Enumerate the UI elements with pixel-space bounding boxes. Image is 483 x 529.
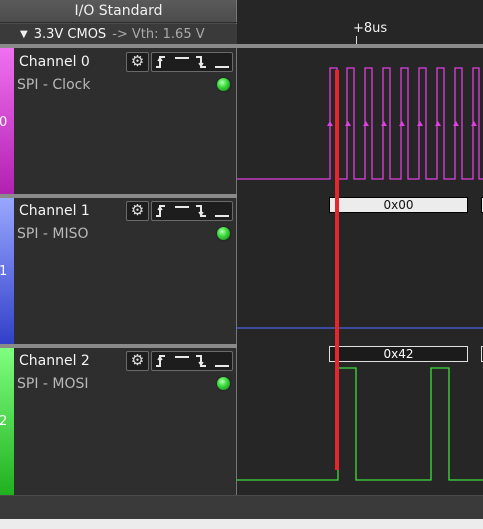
falling-edge-icon[interactable] <box>192 202 212 220</box>
channel-name[interactable]: Channel 1 <box>19 203 90 219</box>
channel-index: 0 <box>0 115 8 130</box>
timeline-marker-label: +8us <box>353 21 388 36</box>
rising-edge-icon[interactable] <box>152 352 172 370</box>
channel-2-waveform <box>237 367 483 481</box>
rising-edge-icon[interactable] <box>152 202 172 220</box>
high-level-icon[interactable] <box>172 202 192 220</box>
channel-protocol: SPI - MISO <box>17 226 89 242</box>
status-led-icon <box>217 377 230 390</box>
decode-box-miso[interactable]: 0x00 <box>329 197 468 213</box>
low-level-icon[interactable] <box>212 202 232 220</box>
waveform-area[interactable] <box>237 48 483 495</box>
io-standard-value: 3.3V CMOS <box>33 27 107 42</box>
channel-index: 1 <box>0 264 8 279</box>
low-level-icon[interactable] <box>212 352 232 370</box>
gear-icon[interactable]: ⚙ <box>126 52 149 72</box>
bottom-strip <box>0 519 483 529</box>
io-standard-dropdown[interactable]: ▼ 3.3V CMOS -> Vth: 1.65 V <box>0 24 237 45</box>
channel-toolbar: ⚙ <box>126 201 233 221</box>
status-led-icon <box>217 78 230 91</box>
trigger-buttons <box>151 52 233 72</box>
falling-edge-icon[interactable] <box>192 352 212 370</box>
gear-icon[interactable]: ⚙ <box>126 351 149 371</box>
status-led-icon <box>217 227 230 240</box>
time-cursor[interactable] <box>335 70 339 470</box>
io-standard-title: I/O Standard <box>0 3 237 23</box>
channel-0-waveform <box>237 67 483 180</box>
channel-1-panel[interactable]: 1 Channel 1 SPI - MISO ⚙ <box>0 197 237 345</box>
timeline-header[interactable]: +8us <box>237 0 483 45</box>
channel-2-panel[interactable]: 2 Channel 2 SPI - MOSI ⚙ <box>0 347 237 495</box>
high-level-icon[interactable] <box>172 352 192 370</box>
decode-box-mosi[interactable]: 0x42 <box>329 346 468 362</box>
channel-protocol: SPI - Clock <box>17 77 91 93</box>
channel-toolbar: ⚙ <box>126 52 233 72</box>
gear-icon[interactable]: ⚙ <box>126 201 149 221</box>
threshold-label: -> Vth: 1.65 V <box>112 27 205 42</box>
channel-name[interactable]: Channel 0 <box>19 54 90 70</box>
channel-0-panel[interactable]: 0 Channel 0 SPI - Clock ⚙ <box>0 48 237 196</box>
low-level-icon[interactable] <box>212 53 232 71</box>
falling-edge-icon[interactable] <box>192 53 212 71</box>
channel-toolbar: ⚙ <box>126 351 233 371</box>
trigger-buttons <box>151 351 233 371</box>
channel-name[interactable]: Channel 2 <box>19 353 90 369</box>
io-standard-header: I/O Standard ▼ 3.3V CMOS -> Vth: 1.65 V <box>0 0 237 45</box>
high-level-icon[interactable] <box>172 53 192 71</box>
waveform-canvas[interactable] <box>237 48 483 495</box>
trigger-buttons <box>151 201 233 221</box>
channel-protocol: SPI - MOSI <box>17 376 89 392</box>
channel-index: 2 <box>0 414 8 429</box>
dropdown-triangle-icon[interactable]: ▼ <box>20 29 28 40</box>
rising-edge-icon[interactable] <box>152 53 172 71</box>
